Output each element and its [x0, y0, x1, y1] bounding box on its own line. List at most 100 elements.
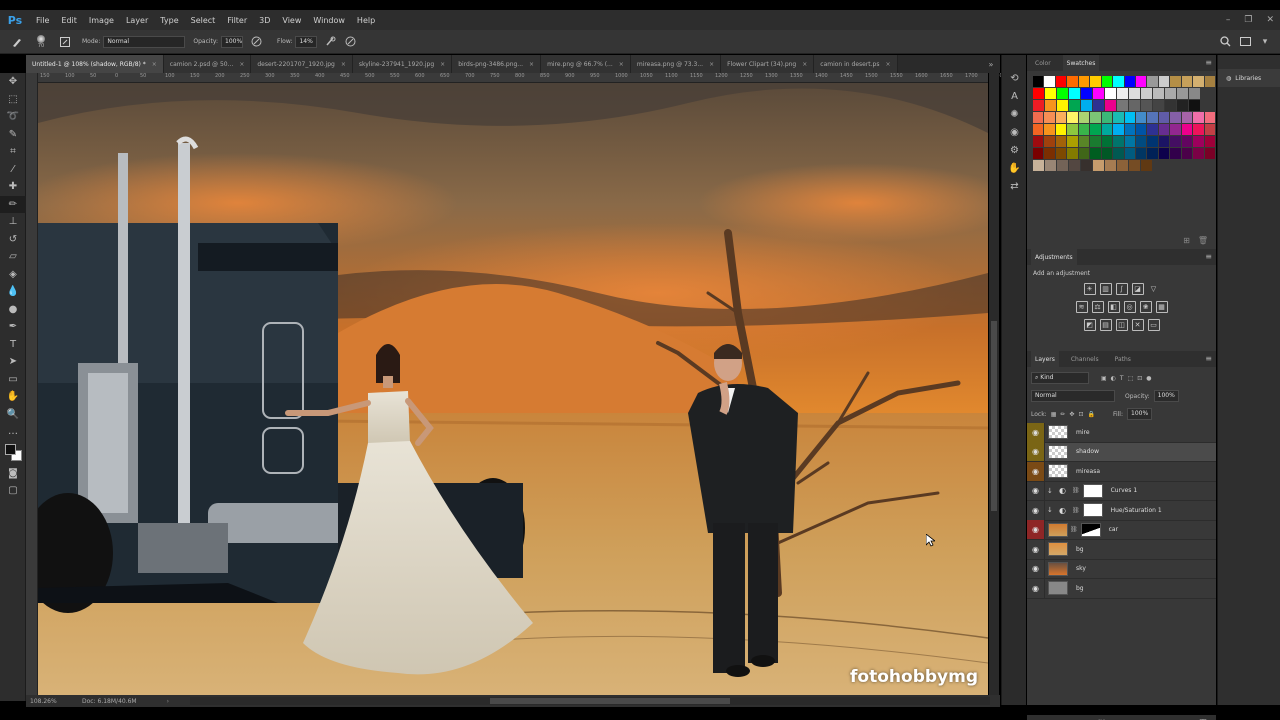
- color-swatch[interactable]: [1090, 112, 1101, 123]
- close-tab-icon[interactable]: ×: [619, 61, 624, 68]
- pressure-size-icon[interactable]: [343, 35, 357, 49]
- color-swatch[interactable]: [1101, 136, 1113, 147]
- mask-link-icon[interactable]: ⛓: [1072, 487, 1080, 494]
- panel-menu-icon[interactable]: ≡: [1205, 252, 1212, 261]
- more-tools-icon[interactable]: …: [0, 423, 26, 441]
- blend-mode-select[interactable]: Normal: [1031, 390, 1115, 402]
- document-tab[interactable]: birds-png-3486.png... ×: [452, 55, 542, 73]
- menu-image[interactable]: Image: [83, 16, 120, 25]
- close-icon[interactable]: ✕: [1266, 15, 1274, 25]
- search-icon[interactable]: [1218, 35, 1232, 49]
- color-swatch[interactable]: [1044, 112, 1055, 123]
- color-swatch[interactable]: [1124, 136, 1135, 147]
- restore-icon[interactable]: ❐: [1244, 15, 1252, 25]
- visibility-eye-icon[interactable]: ◉: [1027, 559, 1045, 579]
- healing-tool-icon[interactable]: ✚: [0, 178, 26, 196]
- color-swatch[interactable]: [1135, 124, 1147, 135]
- color-swatch[interactable]: [1113, 148, 1124, 159]
- visibility-eye-icon[interactable]: ◉: [1027, 481, 1045, 501]
- color-swatch[interactable]: [1147, 136, 1158, 147]
- menu-view[interactable]: View: [276, 16, 307, 25]
- tab-paths[interactable]: Paths: [1111, 351, 1135, 367]
- horizontal-scrollbar[interactable]: [190, 697, 990, 705]
- color-swatches[interactable]: [0, 441, 26, 465]
- color-swatch[interactable]: [1124, 148, 1135, 159]
- color-swatch[interactable]: [1101, 112, 1113, 123]
- color-swatch[interactable]: [1193, 76, 1204, 87]
- color-swatch[interactable]: [1033, 100, 1044, 111]
- color-swatch[interactable]: [1135, 136, 1147, 147]
- color-swatch[interactable]: [1093, 88, 1104, 99]
- layer-row[interactable]: ◉ sky: [1027, 559, 1216, 579]
- color-swatch[interactable]: [1165, 100, 1176, 111]
- color-swatch[interactable]: [1117, 88, 1128, 99]
- color-swatch[interactable]: [1181, 148, 1193, 159]
- color-swatch[interactable]: [1158, 76, 1170, 87]
- pressure-opacity-icon[interactable]: [249, 35, 263, 49]
- document-canvas[interactable]: fotohobbymg: [38, 83, 988, 695]
- layer-row[interactable]: ◉ mireasa: [1027, 461, 1216, 482]
- layer-mask-thumbnail[interactable]: [1082, 503, 1103, 518]
- color-swatch[interactable]: [1124, 124, 1135, 135]
- visibility-eye-icon[interactable]: ◉: [1027, 422, 1045, 442]
- menu-layer[interactable]: Layer: [120, 16, 154, 25]
- layer-row[interactable]: ◉ shadow: [1027, 442, 1216, 462]
- color-swatch[interactable]: [1193, 112, 1204, 123]
- color-swatch[interactable]: [1045, 100, 1056, 111]
- tool-presets-icon[interactable]: ✋: [1002, 159, 1027, 177]
- color-swatch[interactable]: [1113, 112, 1124, 123]
- color-swatch[interactable]: [1117, 160, 1128, 171]
- brush-tool-icon[interactable]: [10, 35, 24, 49]
- layer-mask-thumbnail[interactable]: [1082, 483, 1103, 498]
- color-swatch[interactable]: [1090, 148, 1101, 159]
- color-swatch[interactable]: [1044, 76, 1055, 87]
- horizontal-scroll-thumb[interactable]: [490, 698, 730, 704]
- color-swatch[interactable]: [1090, 124, 1101, 135]
- color-swatch[interactable]: [1057, 160, 1068, 171]
- color-swatch[interactable]: [1101, 124, 1113, 135]
- adjust-sliders-icon[interactable]: ⇄: [1002, 177, 1027, 195]
- color-swatch[interactable]: [1135, 112, 1147, 123]
- mask-link-icon[interactable]: ⛓: [1072, 507, 1080, 514]
- color-swatch[interactable]: [1165, 88, 1176, 99]
- vertical-scrollbar[interactable]: [989, 73, 999, 695]
- opacity-input[interactable]: 100%: [221, 35, 244, 48]
- color-swatch[interactable]: [1057, 100, 1068, 111]
- color-balance-icon[interactable]: ⚖: [1091, 301, 1104, 313]
- visibility-eye-icon[interactable]: ◉: [1027, 500, 1045, 520]
- minimize-icon[interactable]: –: [1226, 15, 1231, 25]
- color-swatch[interactable]: [1033, 136, 1044, 147]
- color-swatch[interactable]: [1069, 160, 1080, 171]
- tabs-overflow-icon[interactable]: »: [984, 55, 998, 73]
- color-swatch[interactable]: [1101, 148, 1113, 159]
- properties-icon[interactable]: ⚙: [1002, 141, 1027, 159]
- crop-tool-icon[interactable]: ⌗: [0, 143, 26, 161]
- eraser-tool-icon[interactable]: ▱: [0, 248, 26, 266]
- color-swatch[interactable]: [1181, 112, 1193, 123]
- color-swatch[interactable]: [1093, 160, 1104, 171]
- color-swatch[interactable]: [1177, 88, 1188, 99]
- color-swatch[interactable]: [1055, 124, 1067, 135]
- color-swatch[interactable]: [1044, 148, 1055, 159]
- history-brush-tool-icon[interactable]: ↺: [0, 231, 26, 249]
- foreground-color-swatch[interactable]: [5, 443, 16, 455]
- menu-window[interactable]: Window: [307, 16, 351, 25]
- document-tab[interactable]: camion in desert.ps ×: [814, 55, 898, 73]
- brush-settings-icon[interactable]: ✺: [1002, 105, 1027, 123]
- color-swatch[interactable]: [1044, 124, 1055, 135]
- color-swatch[interactable]: [1081, 100, 1092, 111]
- filter-type-icon[interactable]: T: [1120, 375, 1124, 382]
- layer-row[interactable]: ◉ ⛓ car: [1027, 520, 1216, 540]
- lock-pixels-icon[interactable]: ✏: [1060, 411, 1065, 418]
- color-swatch[interactable]: [1204, 112, 1215, 123]
- fill-input[interactable]: 100%: [1127, 408, 1153, 420]
- tab-layers[interactable]: Layers: [1031, 351, 1059, 367]
- type-tool-icon[interactable]: T: [0, 336, 26, 354]
- color-swatch[interactable]: [1147, 76, 1158, 87]
- color-swatch[interactable]: [1078, 112, 1090, 123]
- color-swatch[interactable]: [1081, 160, 1092, 171]
- move-tool-icon[interactable]: ✥: [0, 73, 26, 91]
- marquee-tool-icon[interactable]: ⬚: [0, 91, 26, 109]
- document-tab[interactable]: skyline-237941_1920.jpg ×: [352, 55, 453, 73]
- color-swatch[interactable]: [1033, 160, 1044, 171]
